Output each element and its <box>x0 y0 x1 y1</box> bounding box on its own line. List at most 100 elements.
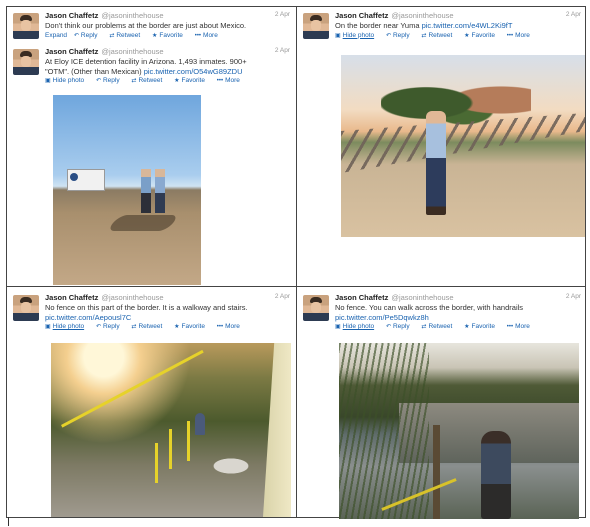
more-button[interactable]: ••• More <box>195 32 223 39</box>
more-label: More <box>515 31 530 39</box>
author-handle[interactable]: @jasoninthehouse <box>391 11 453 20</box>
avatar[interactable] <box>303 13 329 39</box>
tweet-card[interactable]: Jason Chaffetz @jasoninthehouse 2 Apr No … <box>297 293 587 332</box>
wooden-plank <box>263 343 291 517</box>
more-dots-icon: ••• <box>216 324 224 330</box>
tweet-link-line: pic.twitter.com/Pe5Dqwkz8h <box>335 313 587 323</box>
reply-label: Reply <box>392 31 410 39</box>
more-button[interactable]: ••• More <box>507 323 535 330</box>
retweet-button[interactable]: ⇄ Retweet <box>109 32 145 39</box>
author-handle[interactable]: @jasoninthehouse <box>101 47 163 56</box>
reply-label: Reply <box>80 31 98 39</box>
person <box>155 169 165 213</box>
expand-link[interactable]: Expand <box>45 32 67 39</box>
retweet-button[interactable]: ⇄ Retweet <box>421 323 457 330</box>
hide-photo-button[interactable]: ▣ Hide photo <box>45 323 89 330</box>
tweet-photo[interactable] <box>53 95 201 285</box>
photo-link[interactable]: pic.twitter.com/Aepousl7C <box>45 313 131 322</box>
photo-link[interactable]: pic.twitter.com/O54wG89ZDU <box>144 67 243 76</box>
favorite-label: Favorite <box>471 323 495 330</box>
retweet-button[interactable]: ⇄ Retweet <box>131 323 167 330</box>
retweet-label: Retweet <box>138 323 163 330</box>
screenshot-grid: Jason Chaffetz @jasoninthehouse 2 Apr Don… <box>6 6 587 519</box>
author-handle[interactable]: @jasoninthehouse <box>101 11 163 20</box>
more-button[interactable]: ••• More <box>217 77 245 84</box>
reply-arrow-icon: ↶ <box>95 324 101 330</box>
author-handle[interactable]: @jasoninthehouse <box>101 293 163 302</box>
more-button[interactable]: ••• More <box>217 323 245 330</box>
tweet-date[interactable]: 2 Apr <box>275 47 290 54</box>
panel-bottom-right: Jason Chaffetz @jasoninthehouse 2 Apr No … <box>297 287 587 519</box>
retweet-label: Retweet <box>428 31 453 39</box>
avatar[interactable] <box>13 49 39 75</box>
hide-photo-label: Hide photo <box>342 31 375 39</box>
tweet-card[interactable]: Jason Chaffetz @jasoninthehouse 2 Apr Don… <box>7 11 296 41</box>
favorite-button[interactable]: ★ Favorite <box>174 77 210 84</box>
tweet-date[interactable]: 2 Apr <box>566 11 581 18</box>
more-dots-icon: ••• <box>216 78 224 84</box>
reply-button[interactable]: ↶ Reply <box>386 323 415 330</box>
retweet-icon: ⇄ <box>131 324 137 330</box>
text-cursor <box>8 517 9 526</box>
photo-link[interactable]: pic.twitter.com/e4WL2Ki9fT <box>422 21 513 30</box>
retweet-icon: ⇄ <box>131 78 137 84</box>
reply-label: Reply <box>392 323 410 330</box>
tweet-photo[interactable] <box>339 343 579 519</box>
avatar[interactable] <box>13 13 39 39</box>
person <box>481 431 511 519</box>
reply-button[interactable]: ↶ Reply <box>96 77 125 84</box>
hide-photo-button[interactable]: ▣ Hide photo <box>335 32 379 39</box>
more-dots-icon: ••• <box>194 32 202 39</box>
reply-button[interactable]: ↶ Reply <box>96 323 125 330</box>
person <box>141 169 151 213</box>
more-button[interactable]: ••• More <box>507 32 535 39</box>
tweet-card[interactable]: Jason Chaffetz @jasoninthehouse 2 Apr At … <box>7 47 296 86</box>
more-label: More <box>225 323 240 330</box>
more-label: More <box>225 77 240 84</box>
author-name[interactable]: Jason Chaffetz <box>45 293 98 302</box>
favorite-button[interactable]: ★ Favorite <box>464 32 500 39</box>
avatar[interactable] <box>303 295 329 321</box>
retweet-button[interactable]: ⇄ Retweet <box>421 32 457 39</box>
reply-button[interactable]: ↶ Reply <box>386 32 415 39</box>
tweet-text: Don't think our problems at the border a… <box>45 21 247 30</box>
tweet-text: On the border near Yuma pic.twitter.com/… <box>335 21 587 31</box>
tweet-actions: Expand ↶ Reply ⇄ Retweet ★ Favorite ••• More <box>45 31 296 41</box>
tweet-date[interactable]: 2 Apr <box>275 293 290 300</box>
tweet-card[interactable]: Jason Chaffetz @jasoninthehouse 2 Apr No … <box>7 293 296 332</box>
favorite-button[interactable]: ★ Favorite <box>174 323 210 330</box>
tweet-date[interactable]: 2 Apr <box>566 293 581 300</box>
photo-icon: ▣ <box>335 324 341 330</box>
author-name[interactable]: Jason Chaffetz <box>335 293 388 302</box>
favorite-button[interactable]: ★ Favorite <box>464 323 500 330</box>
retweet-button[interactable]: ⇄ Retweet <box>131 77 167 84</box>
hide-photo-button[interactable]: ▣ Hide photo <box>45 77 89 84</box>
more-label: More <box>203 31 218 39</box>
tweet-text: No fence on this part of the border. It … <box>45 303 248 312</box>
author-name[interactable]: Jason Chaffetz <box>45 47 98 56</box>
tweet-date[interactable]: 2 Apr <box>275 11 290 18</box>
handrail-post <box>155 443 158 483</box>
reply-arrow-icon: ↶ <box>385 324 391 330</box>
more-dots-icon: ••• <box>506 324 514 330</box>
retweet-icon: ⇄ <box>421 324 427 330</box>
facility-sign <box>67 169 105 191</box>
reply-button[interactable]: ↶ Reply <box>74 32 103 39</box>
more-dots-icon: ••• <box>506 32 514 39</box>
favorite-button[interactable]: ★ Favorite <box>152 32 188 39</box>
photo-icon: ▣ <box>45 78 51 84</box>
author-name[interactable]: Jason Chaffetz <box>335 11 388 20</box>
author-name[interactable]: Jason Chaffetz <box>45 11 98 20</box>
tweet-text: At Eloy ICE detention facility in Arizon… <box>45 57 296 76</box>
wooden-pole <box>433 425 440 519</box>
panel-bottom-left: Jason Chaffetz @jasoninthehouse 2 Apr No … <box>7 287 296 519</box>
retweet-label: Retweet <box>428 323 453 330</box>
avatar[interactable] <box>13 295 39 321</box>
tweet-card[interactable]: Jason Chaffetz @jasoninthehouse 2 Apr On … <box>297 11 587 41</box>
author-handle[interactable]: @jasoninthehouse <box>391 293 453 302</box>
tweet-photo[interactable] <box>341 55 585 237</box>
tweet-photo[interactable] <box>51 343 291 517</box>
panel-top-right: Jason Chaffetz @jasoninthehouse 2 Apr On … <box>297 7 587 286</box>
hide-photo-button[interactable]: ▣ Hide photo <box>335 323 379 330</box>
photo-link[interactable]: pic.twitter.com/Pe5Dqwkz8h <box>335 313 429 322</box>
